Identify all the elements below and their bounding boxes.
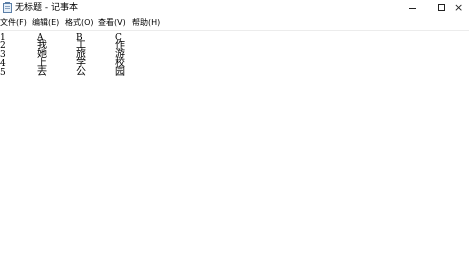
menu-file[interactable]: 文件(F) — [0, 17, 27, 29]
menu-bar: 文件(F) 编辑(E) 格式(O) 查看(V) 帮助(H) — [0, 17, 469, 30]
title-bar[interactable]: 无标题 - 记事本 × — [0, 0, 469, 17]
close-button[interactable]: × — [446, 0, 469, 17]
close-icon: × — [454, 1, 464, 14]
menu-help[interactable]: 帮助(H) — [132, 17, 160, 29]
window-title: 无标题 - 记事本 — [15, 3, 78, 13]
notepad-window: 无标题 - 记事本 × 文件(F) 编辑(E) 格式(O) 查看(V) 帮助(H… — [0, 0, 469, 268]
notepad-icon — [3, 2, 12, 13]
text-cell: 去 — [37, 67, 47, 78]
text-cell: 园 — [115, 67, 125, 78]
menu-view[interactable]: 查看(V) — [98, 17, 126, 29]
text-cell: 5 — [0, 68, 6, 78]
maximize-icon — [438, 4, 445, 11]
text-cell: 公 — [76, 67, 86, 78]
minimize-icon — [409, 8, 416, 9]
menu-edit[interactable]: 编辑(E) — [32, 17, 59, 29]
menu-format[interactable]: 格式(O) — [65, 17, 94, 29]
text-editor[interactable]: 1 A B C 2 我 工 作 3 她 旅 游 4 上 学 校 5 去 公 园 — [0, 31, 469, 268]
minimize-button[interactable] — [398, 0, 426, 17]
